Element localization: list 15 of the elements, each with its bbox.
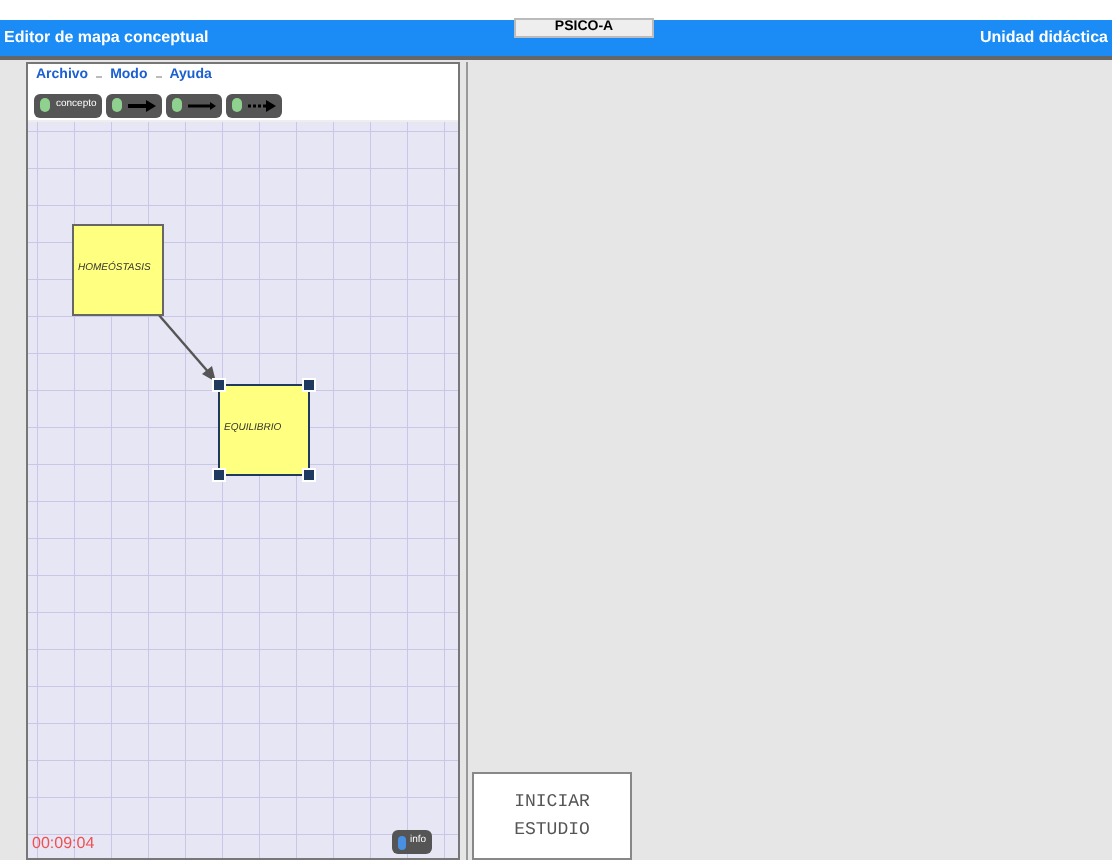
arrow-icon [188,99,217,111]
connector-arrow[interactable] [157,313,216,382]
section-title: Unidad didáctica [979,26,1108,50]
tool-button[interactable] [226,93,283,117]
window-title: Editor de mapa conceptual [4,26,209,50]
dotted-arrow-icon [248,99,277,111]
resize-handle-icon[interactable] [212,468,226,482]
tool-button[interactable] [106,93,163,117]
tool-button[interactable] [166,93,223,117]
arrow-icon [128,99,157,111]
timer: 00:09:04 [32,832,95,856]
start-button[interactable]: INICIAR ESTUDIO [472,772,632,860]
resize-handle-icon[interactable] [302,378,316,392]
resize-handle-icon[interactable] [302,468,316,482]
resize-handle-icon[interactable] [212,378,226,392]
